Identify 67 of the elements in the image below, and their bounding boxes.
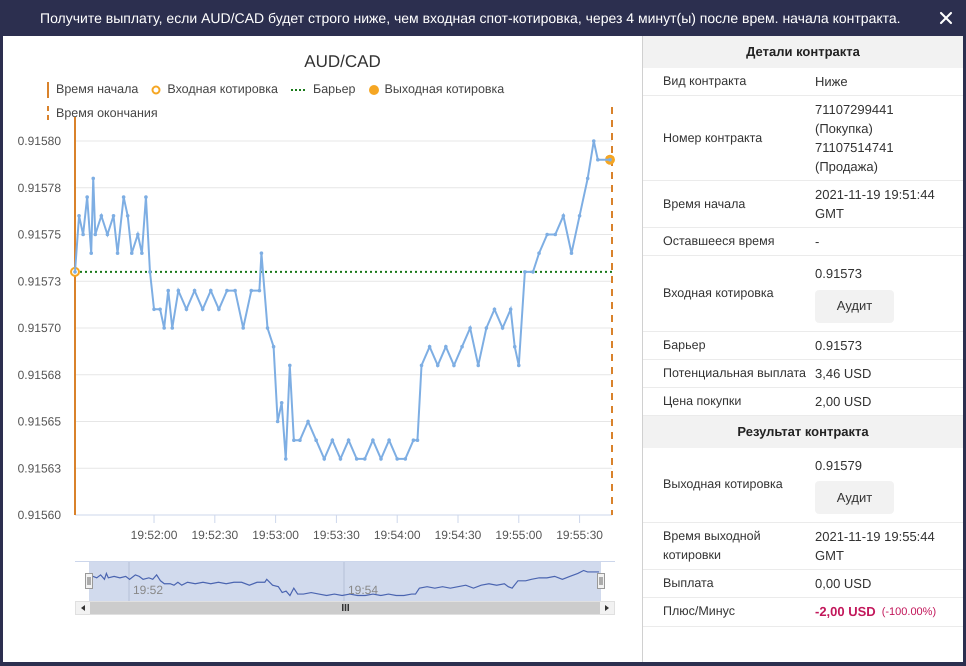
audit-button[interactable]: Аудит — [815, 481, 894, 514]
field-label: Цена покупки — [663, 392, 742, 410]
loss-value: -2,00 USD — [815, 603, 876, 621]
y-axis-label: 0.91580 — [18, 134, 61, 148]
legend-label: Время окончания — [56, 105, 158, 122]
y-axis-label: 0.91563 — [18, 460, 61, 475]
value-text: 71107299441 (Покупка) 71107514741 (Продажа) — [815, 101, 895, 176]
left-arrow-icon[interactable] — [81, 604, 85, 610]
field-label: Оставшееся время — [663, 233, 776, 250]
loss-percent: (-100.00%) — [882, 604, 936, 620]
y-axis-label: 0.91578 — [18, 180, 61, 194]
legend-label: Выходная котировка — [384, 81, 504, 98]
section-header: Результат контракта — [643, 416, 963, 448]
x-axis-label: 19:54:00 — [374, 528, 421, 542]
dashed-line-icon — [47, 106, 50, 122]
scrollbar[interactable] — [75, 600, 615, 614]
y-axis-label: 0.91568 — [18, 367, 61, 382]
scroll-grip-icon[interactable] — [342, 604, 348, 611]
navigator-handle-icon[interactable] — [597, 572, 605, 588]
value-text: Ниже — [815, 73, 849, 91]
field-label: Вид контракта — [663, 73, 748, 90]
value-text: - — [815, 233, 820, 251]
navigator-time-label: 19:52 — [133, 582, 164, 598]
dot-icon — [368, 84, 379, 94]
y-axis-label: 0.91570 — [18, 320, 61, 334]
value-text: 0.91573 — [815, 265, 863, 283]
x-axis-label: 19:54:30 — [434, 528, 482, 542]
section-header: Детали контракта — [643, 36, 963, 68]
field-label: Время начала — [663, 196, 746, 213]
dotted-line-icon — [290, 88, 307, 90]
x-axis-label: 19:52:00 — [130, 528, 178, 542]
value-text: 0,00 USD — [815, 575, 872, 593]
solid-line-icon — [47, 82, 50, 98]
value-text: 2021-11-19 19:51:44 GMT — [815, 186, 936, 223]
x-axis-label: 19:52:30 — [191, 528, 238, 542]
navigator-drawing[interactable] — [75, 560, 615, 600]
value-text: 2,00 USD — [815, 392, 872, 410]
navigator-time-label: 19:54 — [348, 582, 378, 598]
navigator-handle-icon[interactable] — [85, 572, 93, 588]
value-text: 0.91573 — [815, 336, 863, 354]
y-axis-label: 0.91575 — [18, 227, 61, 241]
field-label: Потенциальная выплата — [663, 364, 807, 382]
x-axis-label: 19:53:00 — [252, 528, 299, 542]
y-axis-label: 0.91573 — [18, 274, 61, 288]
chart-title: AUD/CAD — [304, 51, 381, 73]
x-axis-label: 19:55:00 — [495, 528, 542, 542]
header-title: Получите выплату, если AUD/CAD будет строго ниже, чем входная спот-котировка, через 4 минут(ы) после врем. начала контракта. — [40, 8, 902, 28]
x-axis-label: 19:55:30 — [556, 528, 603, 542]
legend-label: Входная котировка — [167, 81, 278, 98]
value-text: 0.91579 — [815, 456, 863, 474]
value-text: 3,46 USD — [815, 364, 872, 382]
field-label: Входная котировка — [663, 284, 775, 302]
field-label: Время выходной котировки — [663, 528, 762, 564]
field-label: Выходная котировка — [663, 476, 784, 494]
legend-label: Время начала — [56, 81, 138, 98]
field-label: Плюс/Минус — [663, 603, 736, 620]
x-axis-label: 19:53:30 — [313, 528, 360, 542]
y-axis-label: 0.91560 — [18, 508, 61, 522]
y-axis-label: 0.91565 — [18, 414, 61, 428]
audit-button[interactable]: Аудит — [815, 290, 894, 322]
legend-label: Барьер — [312, 81, 356, 98]
field-label: Выплата — [663, 575, 715, 592]
right-arrow-icon[interactable] — [605, 604, 609, 610]
value-text: 2021-11-19 19:55:44 GMT — [815, 528, 936, 565]
ring-icon — [151, 84, 162, 94]
field-label: Барьер — [663, 336, 707, 354]
field-label: Номер контракта — [663, 130, 764, 147]
